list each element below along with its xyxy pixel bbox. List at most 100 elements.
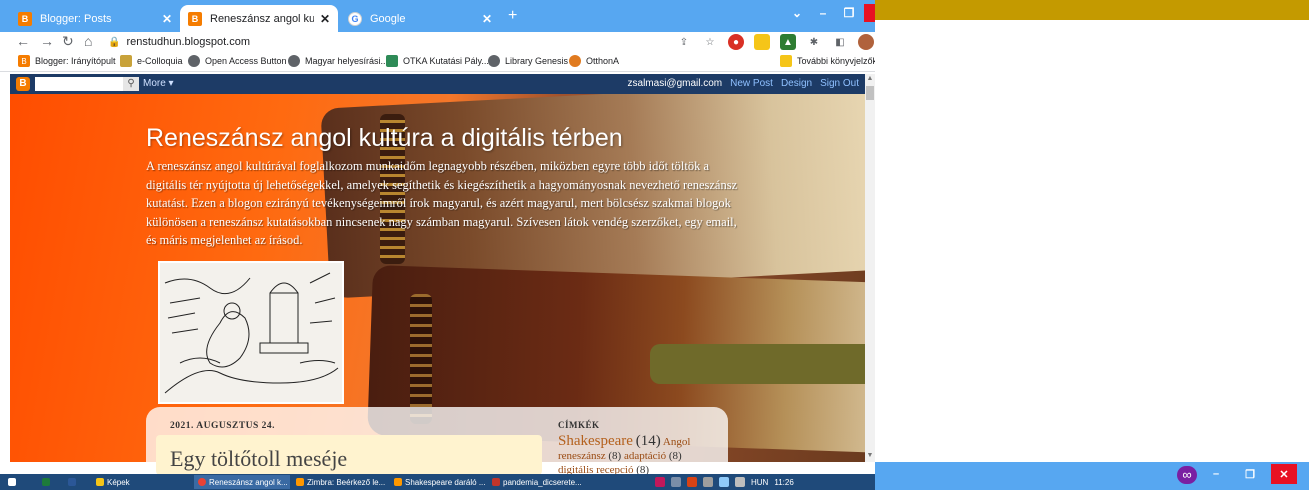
bookmark-open-access[interactable]: Open Access Button: [188, 55, 287, 67]
photos-icon: [96, 478, 104, 486]
vertical-scrollbar[interactable]: [865, 74, 875, 462]
tab-blogger-posts[interactable]: B Blogger: Posts ✕: [10, 5, 180, 32]
more-menu[interactable]: More ▾: [143, 78, 174, 89]
user-email[interactable]: zsalmasi@gmail.com: [628, 78, 723, 89]
bookmarks-bar: B Blogger: Irányítópult e-Colloquia Open…: [0, 52, 875, 72]
new-tab-button[interactable]: +: [508, 7, 517, 25]
toolbar-actions: ⇪ ☆ ● ▲ ✱ ◧ ⋮: [676, 34, 875, 50]
infinity-icon[interactable]: ∞: [1177, 466, 1197, 484]
sign-out-link[interactable]: Sign Out: [820, 78, 859, 89]
system-tray: HUN 11:26: [655, 475, 794, 489]
extension-icon[interactable]: [754, 34, 770, 50]
close-tab-icon[interactable]: ✕: [320, 12, 330, 26]
bookmark-otthona[interactable]: OtthonA: [569, 55, 619, 67]
close-tab-icon[interactable]: ✕: [162, 12, 172, 26]
tab-renaissance-blog[interactable]: B Reneszánsz angol kultúra a digitá ✕: [180, 5, 338, 32]
labels-cloud: Shakespeare (14) Angol reneszánsz (8) ad…: [558, 434, 718, 477]
reload-icon[interactable]: ↻: [62, 33, 74, 50]
restore-icon[interactable]: ❐: [1237, 464, 1263, 484]
address-bar[interactable]: 🔒 renstudhun.blogspot.com: [108, 33, 668, 51]
bookmark-e-colloquia[interactable]: e-Colloquia: [120, 55, 183, 67]
taskbar-item-chrome[interactable]: Reneszánsz angol k...: [194, 475, 290, 489]
extension-icon[interactable]: ▲: [780, 34, 796, 50]
labels-heading: CÍMKÉK: [558, 420, 600, 430]
language-indicator[interactable]: HUN: [751, 478, 768, 487]
firefox-icon: [394, 478, 402, 486]
other-bookmarks[interactable]: További könyvjelzők: [780, 55, 875, 67]
lock-icon[interactable]: 🔒: [108, 37, 120, 48]
scroll-down-icon[interactable]: ▼: [866, 452, 874, 460]
chevron-down-icon[interactable]: ⌄: [786, 4, 808, 22]
scroll-up-icon[interactable]: ▲: [866, 75, 874, 83]
minimize-icon[interactable]: –: [1203, 464, 1229, 484]
volume-icon[interactable]: [735, 477, 745, 487]
blog-search-input[interactable]: [35, 77, 133, 91]
restore-icon[interactable]: ❐: [838, 4, 860, 22]
forward-icon[interactable]: →: [40, 33, 54, 49]
globe-icon: [288, 55, 300, 67]
minimize-icon[interactable]: –: [812, 4, 834, 22]
bookmark-blogger[interactable]: B Blogger: Irányítópult: [18, 55, 116, 67]
tab-google[interactable]: G Google ✕: [340, 5, 500, 32]
search-icon[interactable]: ⚲: [123, 77, 139, 91]
browser-window: B Blogger: Posts ✕ B Reneszánsz angol ku…: [0, 0, 875, 490]
extension-icon[interactable]: ●: [728, 34, 744, 50]
scrollbar-thumb[interactable]: [866, 86, 874, 100]
start-icon[interactable]: [4, 475, 20, 489]
background-strip-top: [875, 0, 1309, 20]
clock[interactable]: 11:26: [774, 478, 793, 487]
post-title[interactable]: Egy töltőtoll meséje: [170, 446, 347, 472]
excel-icon[interactable]: [38, 475, 56, 489]
powerpoint-icon: [492, 478, 500, 486]
firefox-icon: [296, 478, 304, 486]
home-icon: [569, 55, 581, 67]
taskbar-item-kepek[interactable]: Képek: [92, 475, 192, 489]
label-link[interactable]: Shakespeare: [558, 433, 633, 449]
window-controls: ⌄ – ❐ ✕: [786, 4, 875, 22]
taskbar-item-shakespeare[interactable]: Shakespeare daráló ...: [390, 475, 486, 489]
bookmark-library-genesis[interactable]: Library Genesis: [488, 55, 568, 67]
bookmark-otka[interactable]: OTKA Kutatási Pály...: [386, 55, 489, 67]
secondary-window-controls: – ❐ ✕: [1203, 463, 1297, 485]
book-spine-decoration: [410, 294, 432, 424]
close-icon[interactable]: ✕: [1271, 464, 1297, 484]
globe-icon: [488, 55, 500, 67]
network-icon[interactable]: [719, 477, 729, 487]
windows-taskbar: Képek Reneszánsz angol k... Zimbra: Beér…: [0, 474, 875, 490]
blogger-icon: B: [18, 55, 30, 67]
star-icon[interactable]: ☆: [702, 34, 718, 50]
design-link[interactable]: Design: [781, 78, 812, 89]
label-count: (8): [668, 450, 682, 462]
windows-icon: [8, 478, 16, 486]
home-icon[interactable]: ⌂: [84, 33, 92, 49]
word-icon[interactable]: [64, 475, 82, 489]
blog-description: A reneszánsz angol kultúrával foglalkozo…: [146, 159, 738, 247]
taskbar-item-pandemia[interactable]: pandemia_dicserete...: [488, 475, 588, 489]
post-date: 2021. AUGUSZTUS 24.: [170, 421, 276, 431]
otka-icon: [386, 55, 398, 67]
new-post-link[interactable]: New Post: [730, 78, 773, 89]
close-tab-icon[interactable]: ✕: [482, 12, 492, 26]
back-icon[interactable]: ←: [16, 33, 30, 49]
woodcut-image: [158, 261, 344, 404]
sidebar-icon[interactable]: ◧: [832, 34, 848, 50]
flag-icon[interactable]: [703, 477, 713, 487]
blogger-icon: B: [188, 11, 202, 26]
folder-icon: [120, 55, 132, 67]
bookmark-magyar-helyesirasi[interactable]: Magyar helyesírási...: [288, 55, 388, 67]
puzzle-icon[interactable]: ✱: [806, 34, 822, 50]
blogger-icon: B: [18, 11, 32, 26]
share-icon[interactable]: ⇪: [676, 34, 692, 50]
taskbar-item-zimbra[interactable]: Zimbra: Beérkező le...: [292, 475, 388, 489]
tray-app-icon[interactable]: [687, 477, 697, 487]
label-count: (8): [608, 450, 622, 462]
folder-icon: [780, 55, 792, 67]
close-icon[interactable]: ✕: [864, 4, 875, 22]
tray-app-icon[interactable]: [671, 477, 681, 487]
label-link[interactable]: adaptáció: [624, 450, 666, 462]
blog-title[interactable]: Reneszánsz angol kultúra a digitális tér…: [146, 124, 623, 153]
avatar[interactable]: [858, 34, 874, 50]
tray-app-icon[interactable]: [655, 477, 665, 487]
google-icon: G: [348, 11, 362, 26]
blogger-icon[interactable]: B: [16, 77, 30, 91]
